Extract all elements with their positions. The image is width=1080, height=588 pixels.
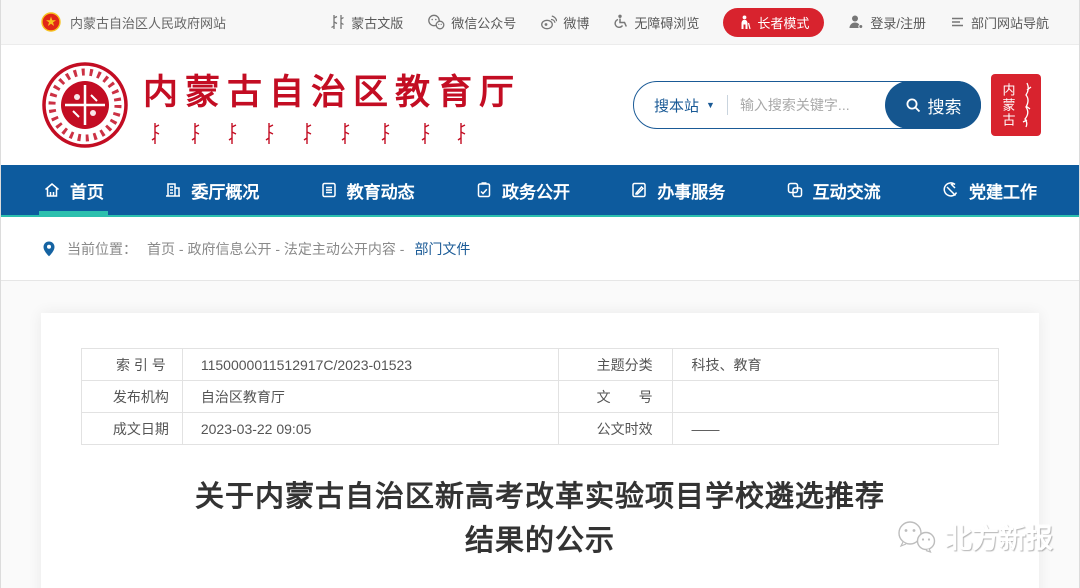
stamp-script-icon <box>1020 80 1034 130</box>
search-scope-dropdown[interactable]: 搜本站 ▼ <box>654 95 715 116</box>
nav-item-party-building[interactable]: 党建工作 <box>941 165 1037 215</box>
meta-value-topic-category: 科技、教育 <box>673 349 999 381</box>
search-button-label: 搜索 <box>928 93 962 118</box>
nav-item-overview[interactable]: 委厅概况 <box>164 165 259 215</box>
topbar-link-label: 微信公众号 <box>451 13 516 32</box>
nav-item-label: 教育动态 <box>347 178 415 203</box>
stamp-text: 内蒙古 <box>999 83 1018 128</box>
main-nav: 首页 委厅概况 教育动态 政务公开 办事服务 <box>1 165 1079 217</box>
meta-value-issuing-agency: 自治区教育厅 <box>182 381 558 413</box>
education-department-seal-icon <box>41 61 129 149</box>
meta-label-issue-date: 成文日期 <box>82 413 183 445</box>
topbar-link-wechat[interactable]: 微信公众号 <box>427 13 516 32</box>
gov-site-link[interactable]: 内蒙古自治区人民政府网站 <box>41 12 226 32</box>
meta-value-issue-date: 2023-03-22 09:05 <box>182 413 558 445</box>
document-title: 关于内蒙古自治区新高考改革实验项目学校遴选推荐结果的公示 <box>195 475 885 563</box>
nav-item-home[interactable]: 首页 <box>43 165 104 215</box>
party-emblem-icon <box>941 181 960 199</box>
site-title: 内蒙古自治区教育厅 <box>143 64 521 115</box>
topbar-link-site-nav[interactable]: 部门网站导航 <box>950 13 1049 32</box>
main-content: 索 引 号 1150000011512917C/2023-01523 主题分类 … <box>1 281 1079 588</box>
location-pin-icon <box>41 240 57 258</box>
topbar-link-login[interactable]: 登录/注册 <box>848 13 926 32</box>
clipboard-check-icon <box>475 181 493 199</box>
inner-mongolia-stamp: 内蒙古 <box>991 74 1041 136</box>
nav-item-label: 委厅概况 <box>191 178 259 203</box>
mongolian-script-subtitle <box>143 121 473 147</box>
wechat-icon <box>427 14 445 30</box>
nav-item-gov-affairs[interactable]: 政务公开 <box>475 165 570 215</box>
document-meta-table: 索 引 号 1150000011512917C/2023-01523 主题分类 … <box>81 348 999 445</box>
topbar-link-accessibility[interactable]: 无障碍浏览 <box>613 13 699 32</box>
building-icon <box>164 181 182 199</box>
table-row: 成文日期 2023-03-22 09:05 公文时效 —— <box>82 413 999 445</box>
nav-item-label: 政务公开 <box>502 178 570 203</box>
nav-item-label: 办事服务 <box>657 178 725 203</box>
breadcrumb: 当前位置： 首页 - 政府信息公开 - 法定主动公开内容 - 部门文件 <box>1 217 1079 281</box>
topbar-link-mongolian[interactable]: 蒙古文版 <box>330 13 403 32</box>
top-bar-links: 蒙古文版 微信公众号 微博 <box>330 8 1049 37</box>
topbar-link-label: 无障碍浏览 <box>634 13 699 32</box>
nav-item-label: 党建工作 <box>969 178 1037 203</box>
meta-label-validity: 公文时效 <box>558 413 673 445</box>
nav-item-label: 互动交流 <box>813 178 881 203</box>
search-divider <box>727 95 728 115</box>
user-icon <box>848 14 864 30</box>
meta-value-document-number <box>673 381 999 413</box>
header-right: 搜本站 ▼ 搜索 内蒙古 <box>633 74 1041 136</box>
topbar-link-weibo[interactable]: 微博 <box>540 13 589 32</box>
document-card: 索 引 号 1150000011512917C/2023-01523 主题分类 … <box>41 313 1039 588</box>
meta-value-index-number: 1150000011512917C/2023-01523 <box>182 349 558 381</box>
search-button[interactable]: 搜索 <box>885 81 981 129</box>
chevron-down-icon: ▼ <box>706 100 715 110</box>
meta-label-document-number: 文 号 <box>558 381 673 413</box>
page: 内蒙古自治区人民政府网站 蒙古文版 微信公众号 <box>0 0 1080 588</box>
breadcrumb-prefix: 当前位置： <box>67 239 137 259</box>
breadcrumb-current-link[interactable]: 部门文件 <box>414 239 470 259</box>
nav-item-services[interactable]: 办事服务 <box>630 165 725 215</box>
topbar-link-label: 蒙古文版 <box>351 13 403 32</box>
overlap-squares-icon <box>786 181 804 199</box>
table-row: 发布机构 自治区教育厅 文 号 <box>82 381 999 413</box>
elder-mode-label: 长者模式 <box>757 13 809 32</box>
meta-label-issuing-agency: 发布机构 <box>82 381 183 413</box>
topbar-link-label: 部门网站导航 <box>971 13 1049 32</box>
table-row: 索 引 号 1150000011512917C/2023-01523 主题分类 … <box>82 349 999 381</box>
meta-value-validity: —— <box>673 413 999 445</box>
home-icon <box>43 181 61 199</box>
menu-icon <box>950 15 965 29</box>
elder-icon <box>738 15 751 30</box>
meta-label-topic-category: 主题分类 <box>558 349 673 381</box>
top-utility-bar: 内蒙古自治区人民政府网站 蒙古文版 微信公众号 <box>1 0 1079 45</box>
elder-mode-button[interactable]: 长者模式 <box>723 8 824 37</box>
breadcrumb-path: 首页 - 政府信息公开 - 法定主动公开内容 - <box>147 239 404 259</box>
topbar-link-label: 登录/注册 <box>870 13 926 32</box>
document-pencil-icon <box>630 181 648 199</box>
gov-site-label: 内蒙古自治区人民政府网站 <box>70 13 226 32</box>
accessibility-icon <box>613 14 628 30</box>
search-scope-label: 搜本站 <box>654 95 699 116</box>
nav-item-label: 首页 <box>70 178 104 203</box>
nav-item-interaction[interactable]: 互动交流 <box>786 165 881 215</box>
meta-label-index-number: 索 引 号 <box>82 349 183 381</box>
search-bar: 搜本站 ▼ 搜索 <box>633 81 981 129</box>
mongolian-script-icon <box>330 14 345 30</box>
site-header: 内蒙古自治区教育厅 搜本站 ▼ <box>1 45 1079 165</box>
search-icon <box>905 97 922 114</box>
topbar-link-label: 微博 <box>563 13 589 32</box>
nav-item-education-news[interactable]: 教育动态 <box>320 165 415 215</box>
national-emblem-icon <box>41 12 61 32</box>
list-icon <box>320 181 338 199</box>
site-logo[interactable]: 内蒙古自治区教育厅 <box>41 61 521 149</box>
weibo-icon <box>540 14 557 30</box>
